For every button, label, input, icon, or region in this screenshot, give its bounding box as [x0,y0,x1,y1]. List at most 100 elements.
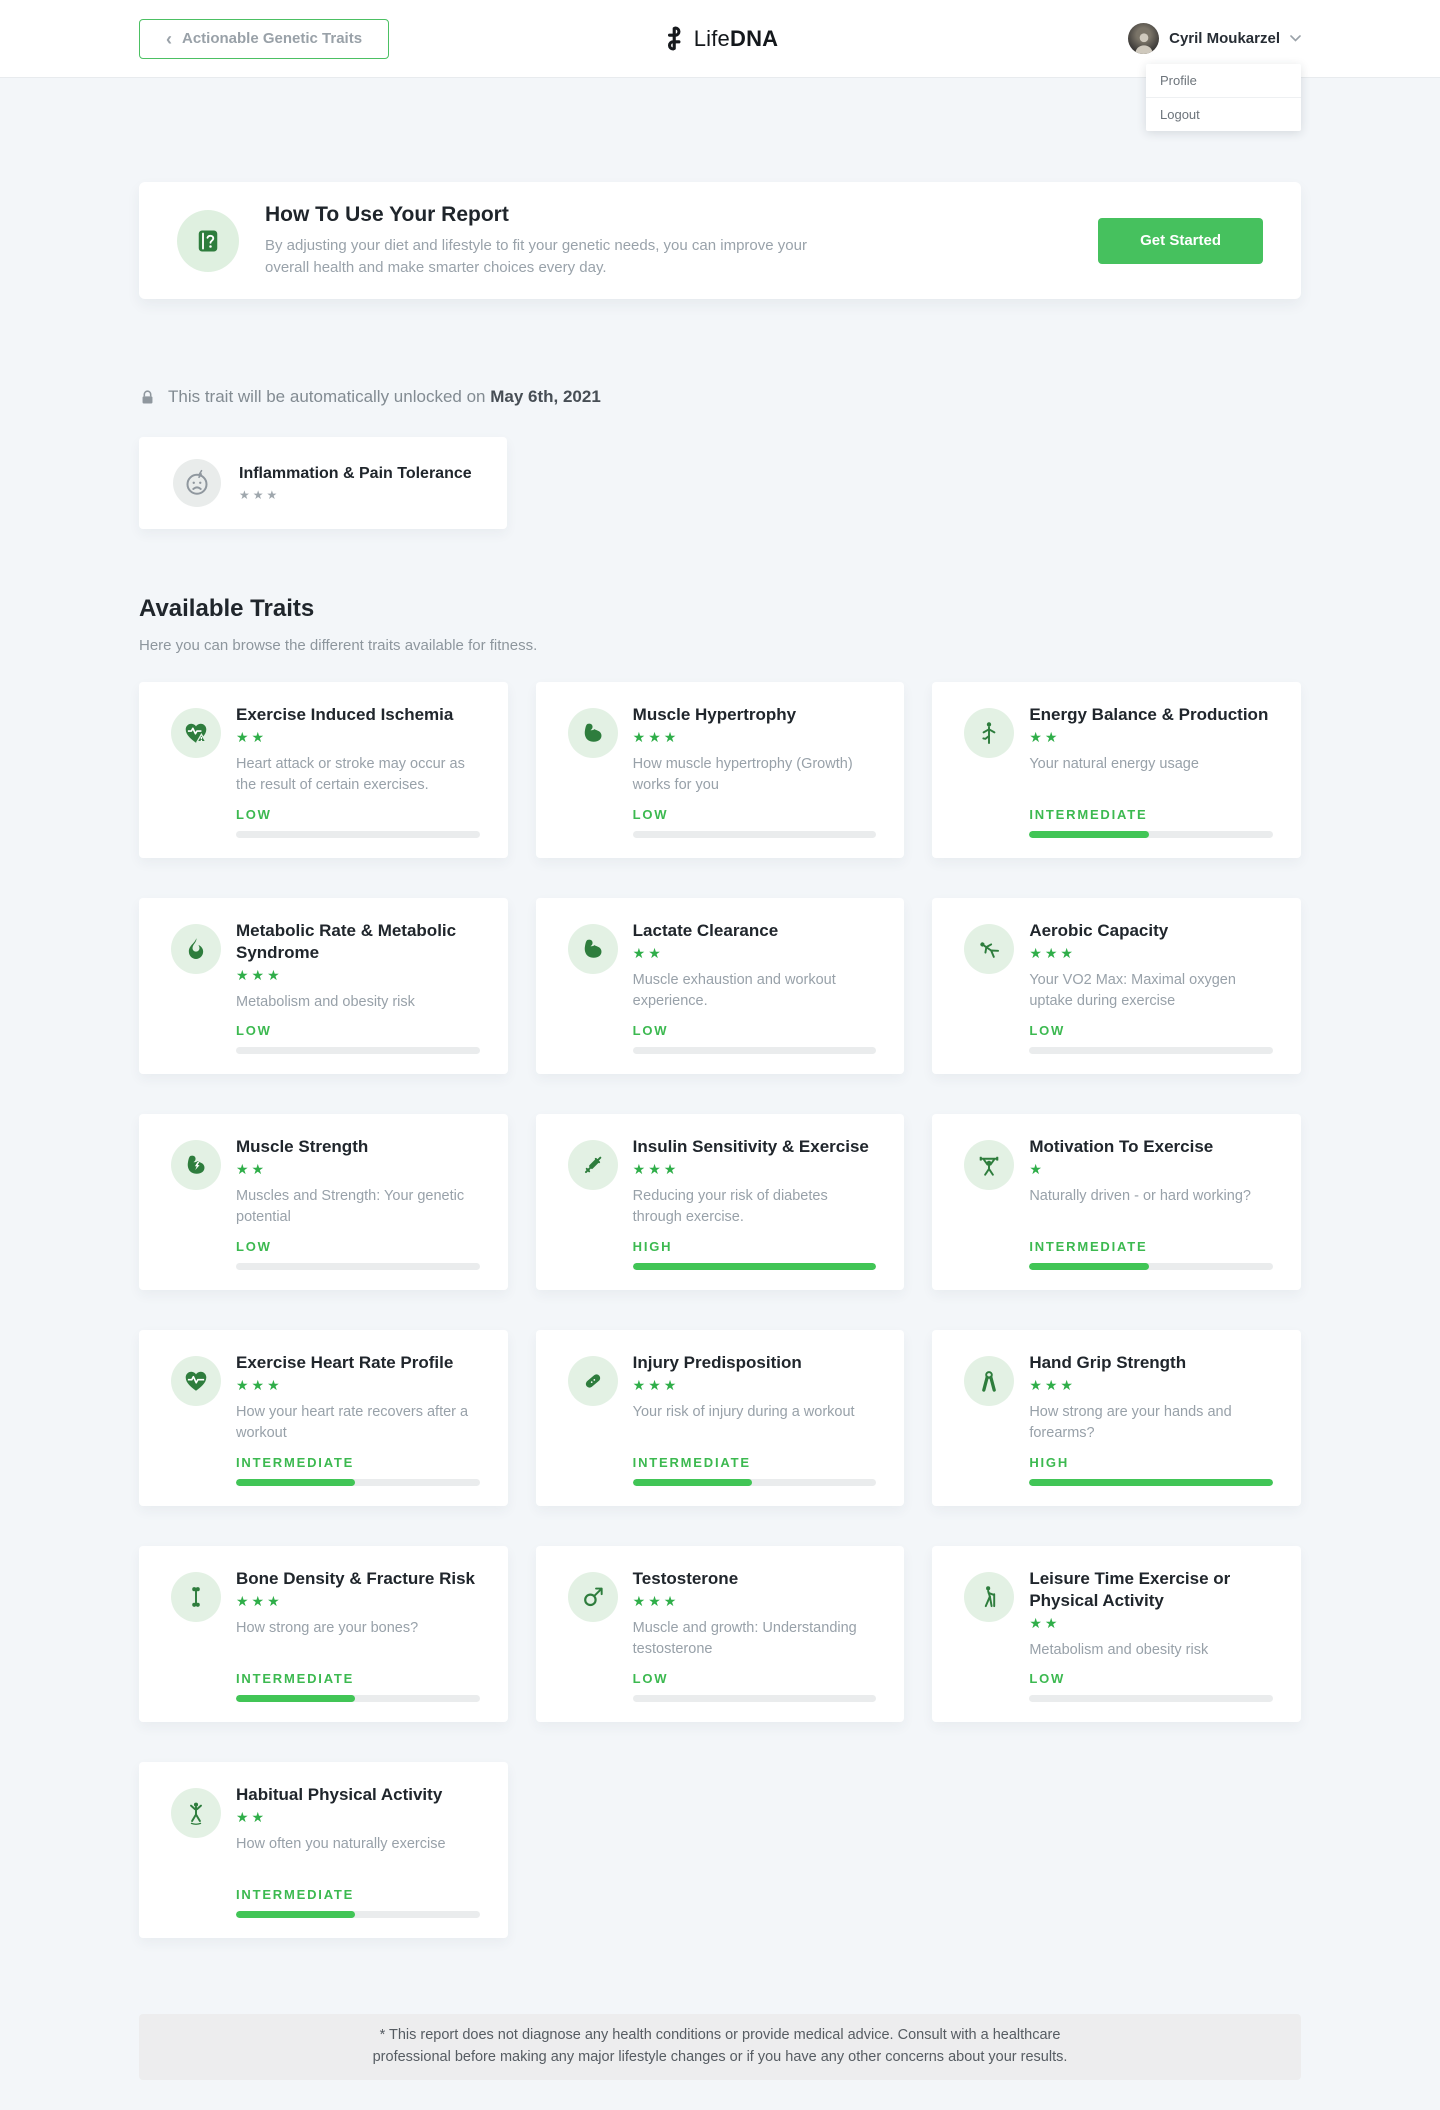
trait-card[interactable]: Bone Density & Fracture Risk ★★★ How str… [139,1546,508,1722]
trait-card[interactable]: Lactate Clearance ★★ Muscle exhaustion a… [536,898,905,1074]
available-traits-title: Available Traits [139,595,1301,623]
trait-description: Muscles and Strength: Your genetic poten… [236,1186,480,1228]
locked-message-row: This trait will be automatically unlocke… [139,387,1301,407]
trait-card[interactable]: Motivation To Exercise ★ Naturally drive… [932,1114,1301,1290]
disclaimer-text: * This report does not diagnose any heal… [355,2025,1085,2069]
trait-level-label: LOW [1029,1671,1273,1686]
trait-progress-bar [633,1479,877,1486]
trait-level-label: HIGH [633,1239,877,1254]
chevron-left-icon: ‹ [166,30,172,48]
book-question-icon [177,210,239,272]
trait-title: Insulin Sensitivity & Exercise [633,1136,877,1158]
heart-pulse-icon [171,1356,221,1406]
trait-description: How muscle hypertrophy (Growth) works fo… [633,754,877,796]
trait-card[interactable]: Hand Grip Strength ★★★ How strong are yo… [932,1330,1301,1506]
trait-description: How your heart rate recovers after a wor… [236,1402,480,1444]
get-started-button[interactable]: Get Started [1098,218,1263,264]
trait-progress-bar [1029,1047,1273,1054]
trait-progress-bar [633,831,877,838]
trait-level-label: LOW [1029,1023,1273,1038]
trait-title: Injury Predisposition [633,1352,877,1374]
trait-card[interactable]: Insulin Sensitivity & Exercise ★★★ Reduc… [536,1114,905,1290]
trait-description: Your risk of injury during a workout [633,1402,877,1423]
trait-description: Metabolism and obesity risk [236,992,480,1013]
locked-trait-stars: ★★★ [239,488,472,502]
trait-progress-bar [1029,1263,1273,1270]
back-button-label: Actionable Genetic Traits [182,30,362,47]
trait-title: Energy Balance & Production [1029,704,1273,726]
trait-title: Exercise Heart Rate Profile [236,1352,480,1374]
trait-description: Muscle and growth: Understanding testost… [633,1618,877,1660]
available-traits-subtitle: Here you can browse the different traits… [139,637,1301,654]
trait-level-label: INTERMEDIATE [236,1455,480,1470]
trait-title: Leisure Time Exercise or Physical Activi… [1029,1568,1273,1612]
trait-card[interactable]: Metabolic Rate & Metabolic Syndrome ★★★ … [139,898,508,1074]
menu-item-logout[interactable]: Logout [1146,98,1301,131]
trait-level-label: INTERMEDIATE [236,1887,480,1902]
trait-stars: ★★ [1029,1616,1273,1632]
trait-progress-fill [633,1479,752,1486]
trait-level-label: INTERMEDIATE [1029,807,1273,822]
trait-progress-bar [236,1047,480,1054]
trait-progress-bar [236,1263,480,1270]
trait-stars: ★★★ [633,1162,877,1178]
trait-card[interactable]: Exercise Induced Ischemia ★★ Heart attac… [139,682,508,858]
trait-card[interactable]: Testosterone ★★★ Muscle and growth: Unde… [536,1546,905,1722]
trait-progress-fill [1029,831,1148,838]
trait-progress-bar [236,831,480,838]
trait-card[interactable]: Exercise Heart Rate Profile ★★★ How your… [139,1330,508,1506]
trait-level-label: INTERMEDIATE [633,1455,877,1470]
trait-level-label: HIGH [1029,1455,1273,1470]
trait-card[interactable]: Energy Balance & Production ★★ Your natu… [932,682,1301,858]
trait-title: Muscle Hypertrophy [633,704,877,726]
trait-progress-bar [236,1911,480,1918]
male-symbol-icon [568,1572,618,1622]
pain-face-icon [173,459,221,507]
trait-card[interactable]: Injury Predisposition ★★★ Your risk of i… [536,1330,905,1506]
trait-stars: ★★★ [1029,1378,1273,1394]
trait-level-label: LOW [236,1239,480,1254]
logo-text: LifeDNA [694,26,779,52]
trait-card[interactable]: Leisure Time Exercise or Physical Activi… [932,1546,1301,1722]
howto-card: How To Use Your Report By adjusting your… [139,182,1301,299]
trait-level-label: LOW [236,1023,480,1038]
trait-level-label: LOW [633,1023,877,1038]
trait-title: Hand Grip Strength [1029,1352,1273,1374]
trait-stars: ★★ [1029,730,1273,746]
bicep-icon [568,708,618,758]
hand-gripper-icon [964,1356,1014,1406]
trait-card[interactable]: Aerobic Capacity ★★★ Your VO2 Max: Maxim… [932,898,1301,1074]
howto-title: How To Use Your Report [265,203,825,227]
howto-description: By adjusting your diet and lifestyle to … [265,235,825,279]
lock-icon [139,389,156,406]
balance-person-icon [964,708,1014,758]
trait-title: Exercise Induced Ischemia [236,704,480,726]
trait-progress-bar [236,1479,480,1486]
trait-level-label: LOW [236,807,480,822]
back-button[interactable]: ‹ Actionable Genetic Traits [139,19,389,59]
trait-description: Naturally driven - or hard working? [1029,1186,1273,1207]
bandage-icon [568,1356,618,1406]
hiker-icon [964,1572,1014,1622]
chevron-down-icon [1290,35,1301,42]
dna-logo-icon [662,26,687,51]
user-menu-trigger[interactable]: Cyril Moukarzel [1128,23,1301,54]
trait-stars: ★★★ [236,1378,480,1394]
trait-stars: ★★★ [633,1378,877,1394]
trait-title: Testosterone [633,1568,877,1590]
trait-stars: ★ [1029,1162,1273,1178]
locked-trait-card: Inflammation & Pain Tolerance ★★★ [139,437,507,529]
trait-card[interactable]: Muscle Strength ★★ Muscles and Strength:… [139,1114,508,1290]
trait-progress-bar [1029,1479,1273,1486]
cartwheel-icon [964,924,1014,974]
trait-card[interactable]: Muscle Hypertrophy ★★★ How muscle hypert… [536,682,905,858]
trait-title: Aerobic Capacity [1029,920,1273,942]
main-content: How To Use Your Report By adjusting your… [139,182,1301,2080]
unlock-date: May 6th, 2021 [490,387,601,406]
trait-stars: ★★★ [236,968,480,984]
syringe-icon [568,1140,618,1190]
menu-item-profile[interactable]: Profile [1146,64,1301,98]
trait-progress-bar [1029,831,1273,838]
trait-card[interactable]: Habitual Physical Activity ★★ How often … [139,1762,508,1938]
trait-title: Muscle Strength [236,1136,480,1158]
